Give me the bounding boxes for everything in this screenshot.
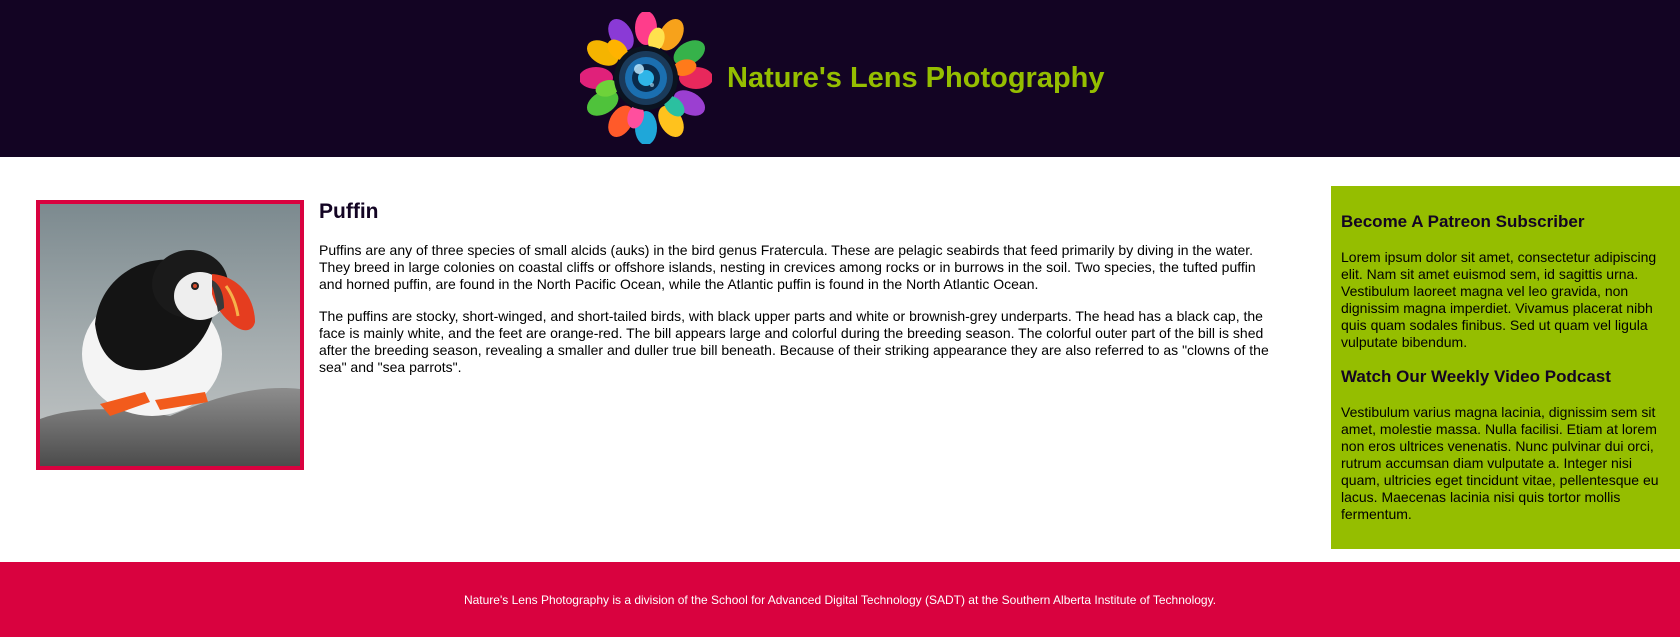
logo-graphic [579,11,713,145]
article-heading: Puffin [319,200,379,223]
patreon-text: Lorem ipsum dolor sit amet, consectetur … [1341,249,1657,350]
footer-text: Nature's Lens Photography is a division … [463,593,1217,607]
article-paragraph: Puffins are any of three species of smal… [319,242,1256,292]
puffin-image-graphic [40,204,300,466]
article-paragraph: The puffins are stocky, short-winged, an… [319,308,1269,375]
site-footer: Nature's Lens Photography is a division … [0,562,1680,637]
podcast-heading: Watch Our Weekly Video Podcast [1341,367,1611,386]
camera-lens-logo-icon[interactable] [579,11,713,145]
sidebar: Become A Patreon Subscriber Lorem ipsum … [1331,186,1680,549]
site-title: Nature's Lens Photography [727,62,1105,94]
article: Puffin Puffins are any of three species … [319,198,1279,391]
podcast-text: Vestibulum varius magna lacinia, digniss… [1341,404,1659,522]
puffin-photo [36,200,304,470]
patreon-heading: Become A Patreon Subscriber [1341,212,1585,231]
site-header: Nature's Lens Photography [0,0,1680,157]
